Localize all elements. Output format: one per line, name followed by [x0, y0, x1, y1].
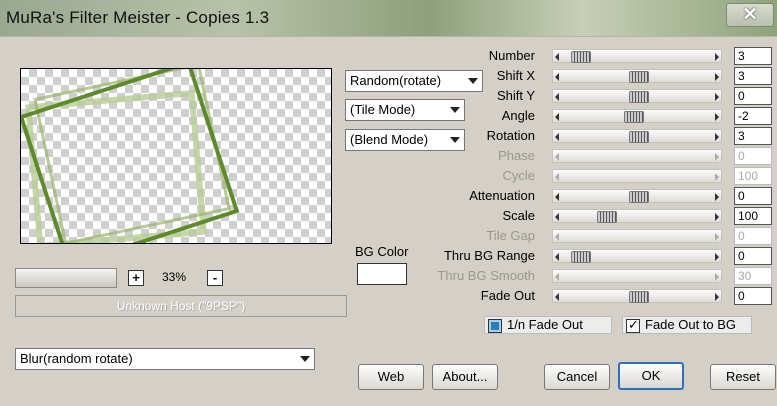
number-slider[interactable] [552, 49, 722, 63]
cycle-value-field: 100 [734, 167, 772, 185]
title-bar: MuRa's Filter Meister - Copies 1.3 ✕ [0, 0, 777, 36]
arrow-left-icon[interactable] [555, 293, 559, 301]
ok-button[interactable]: OK [618, 362, 684, 390]
about-button[interactable]: About... [432, 364, 498, 390]
arrow-right-icon[interactable] [715, 53, 719, 61]
thru-bg-range-label: Thru BG Range [443, 248, 535, 263]
zoom-in-button[interactable]: + [128, 270, 144, 286]
arrow-right-icon[interactable] [715, 153, 719, 161]
shift-y-label: Shift Y [496, 88, 535, 103]
angle-slider-thumb[interactable] [623, 111, 644, 123]
shift-x-slider-thumb[interactable] [629, 71, 649, 83]
rotation-label: Rotation [486, 128, 535, 143]
thru-bg-range-slider-thumb[interactable] [571, 251, 592, 263]
preset-dropdown[interactable]: Blur(random rotate) [15, 348, 315, 370]
arrow-left-icon[interactable] [555, 173, 559, 181]
arrow-left-icon[interactable] [555, 93, 559, 101]
arrow-left-icon[interactable] [555, 113, 559, 121]
attenuation-label: Attenuation [469, 188, 535, 203]
arrow-left-icon[interactable] [555, 273, 559, 281]
tile-gap-label: Tile Gap [486, 228, 535, 243]
scale-slider-thumb[interactable] [597, 211, 617, 223]
angle-slider[interactable] [552, 109, 722, 123]
arrow-right-icon[interactable] [715, 193, 719, 201]
arrow-left-icon[interactable] [555, 253, 559, 261]
shift-x-slider[interactable] [552, 69, 722, 83]
preset-selected: Blur(random rotate) [20, 351, 133, 366]
rotation-value-field[interactable]: 3 [734, 127, 772, 145]
arrow-right-icon[interactable] [715, 233, 719, 241]
rotation-slider-thumb[interactable] [629, 131, 649, 143]
arrow-left-icon[interactable] [555, 133, 559, 141]
arrow-right-icon[interactable] [715, 73, 719, 81]
number-value-field[interactable]: 3 [734, 47, 772, 65]
shift-x-value-field[interactable]: 3 [734, 67, 772, 85]
arrow-right-icon[interactable] [715, 93, 719, 101]
phase-value-field: 0 [734, 147, 772, 165]
reset-button[interactable]: Reset [710, 364, 776, 390]
cycle-slider [552, 169, 722, 183]
web-button[interactable]: Web [358, 364, 424, 390]
fade-out-label: Fade Out [480, 288, 535, 303]
scale-slider[interactable] [552, 209, 722, 223]
thru-bg-smooth-label: Thru BG Smooth [437, 268, 535, 283]
fade-out-value-field[interactable]: 0 [734, 287, 772, 305]
fade-out-to-bg-label: Fade Out to BG [645, 317, 737, 332]
number-label: Number [488, 48, 535, 63]
zoom-level: 33% [162, 270, 187, 284]
one-n-fade-out-checkbox[interactable]: 1/n Fade Out [484, 316, 612, 334]
fade-out-slider-thumb[interactable] [629, 291, 649, 303]
shift-y-value-field[interactable]: 0 [734, 87, 772, 105]
fade-out-slider[interactable] [552, 289, 722, 303]
arrow-right-icon[interactable] [715, 293, 719, 301]
arrow-left-icon[interactable] [555, 53, 559, 61]
thru-bg-smooth-value-field: 30 [734, 267, 772, 285]
arrow-left-icon[interactable] [555, 73, 559, 81]
arrow-right-icon[interactable] [715, 173, 719, 181]
attenuation-slider-thumb[interactable] [629, 191, 649, 203]
thru-bg-range-slider[interactable] [552, 249, 722, 263]
host-label: Unknown Host ("9PSP") [15, 295, 347, 317]
fade-out-to-bg-checkbox[interactable]: Fade Out to BG [622, 316, 752, 334]
preview-canvas[interactable] [20, 68, 332, 244]
shift-x-label: Shift X [496, 68, 535, 83]
window-title: MuRa's Filter Meister - Copies 1.3 [6, 8, 270, 27]
chevron-down-icon [300, 356, 310, 362]
arrow-right-icon[interactable] [715, 113, 719, 121]
shift-y-slider-thumb[interactable] [629, 91, 649, 103]
close-button[interactable]: ✕ [726, 3, 774, 27]
rotation-slider[interactable] [552, 129, 722, 143]
arrow-left-icon[interactable] [555, 213, 559, 221]
phase-label: Phase [498, 148, 535, 163]
check-icon [626, 317, 640, 333]
thru-bg-smooth-slider [552, 269, 722, 283]
arrow-right-icon[interactable] [715, 133, 719, 141]
arrow-left-icon[interactable] [555, 233, 559, 241]
phase-slider [552, 149, 722, 163]
thru-bg-range-value-field[interactable]: 0 [734, 247, 772, 265]
scale-label: Scale [502, 208, 535, 223]
zoom-scrollbar[interactable] [15, 268, 117, 288]
bg-color-label: BG Color [355, 244, 409, 259]
tile-gap-value-field: 0 [734, 227, 772, 245]
tile-gap-slider [552, 229, 722, 243]
arrow-left-icon[interactable] [555, 153, 559, 161]
one-n-fade-out-label: 1/n Fade Out [507, 317, 583, 332]
attenuation-slider[interactable] [552, 189, 722, 203]
cancel-button[interactable]: Cancel [544, 364, 610, 390]
bg-color-swatch[interactable] [357, 263, 407, 285]
arrow-right-icon[interactable] [715, 213, 719, 221]
arrow-right-icon[interactable] [715, 253, 719, 261]
angle-label: Angle [501, 108, 535, 123]
arrow-left-icon[interactable] [555, 193, 559, 201]
angle-value-field[interactable]: -2 [734, 107, 772, 125]
attenuation-value-field[interactable]: 0 [734, 187, 772, 205]
zoom-out-button[interactable]: - [207, 270, 223, 286]
checkbox-indicator [488, 319, 502, 333]
shift-y-slider[interactable] [552, 89, 722, 103]
number-slider-thumb[interactable] [571, 51, 592, 63]
scale-value-field[interactable]: 100 [734, 207, 772, 225]
arrow-right-icon[interactable] [715, 273, 719, 281]
cycle-label: Cycle [502, 168, 535, 183]
